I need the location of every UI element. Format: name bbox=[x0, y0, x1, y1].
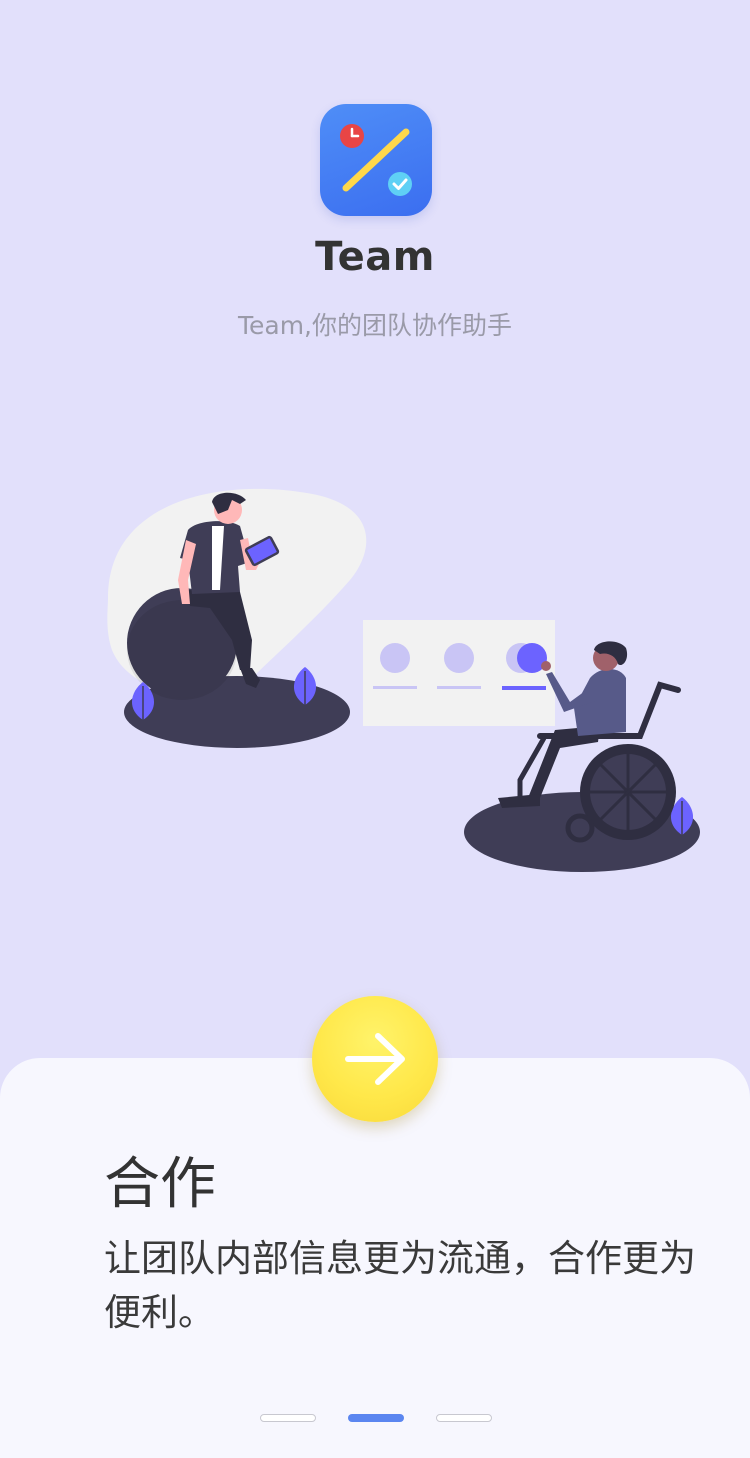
arrow-right-icon bbox=[345, 1033, 405, 1085]
team-collaboration-illustration bbox=[100, 480, 710, 884]
app-logo-icon bbox=[320, 104, 432, 216]
app-name: Team bbox=[315, 234, 435, 280]
pagination-indicator bbox=[0, 1414, 750, 1424]
pagination-dot-2-active[interactable] bbox=[348, 1414, 404, 1422]
card-avatar-1 bbox=[380, 643, 410, 673]
page-title: 合作 bbox=[104, 1152, 216, 1217]
next-button[interactable] bbox=[312, 996, 438, 1122]
app-tagline: Team,你的团队协作助手 bbox=[237, 311, 513, 340]
page-description: 让团队内部信息更为流通，合作更为便利。 bbox=[104, 1237, 696, 1334]
card-avatar-2 bbox=[444, 643, 474, 673]
pagination-dot-1[interactable] bbox=[260, 1414, 316, 1422]
pagination-dot-3[interactable] bbox=[436, 1414, 492, 1422]
